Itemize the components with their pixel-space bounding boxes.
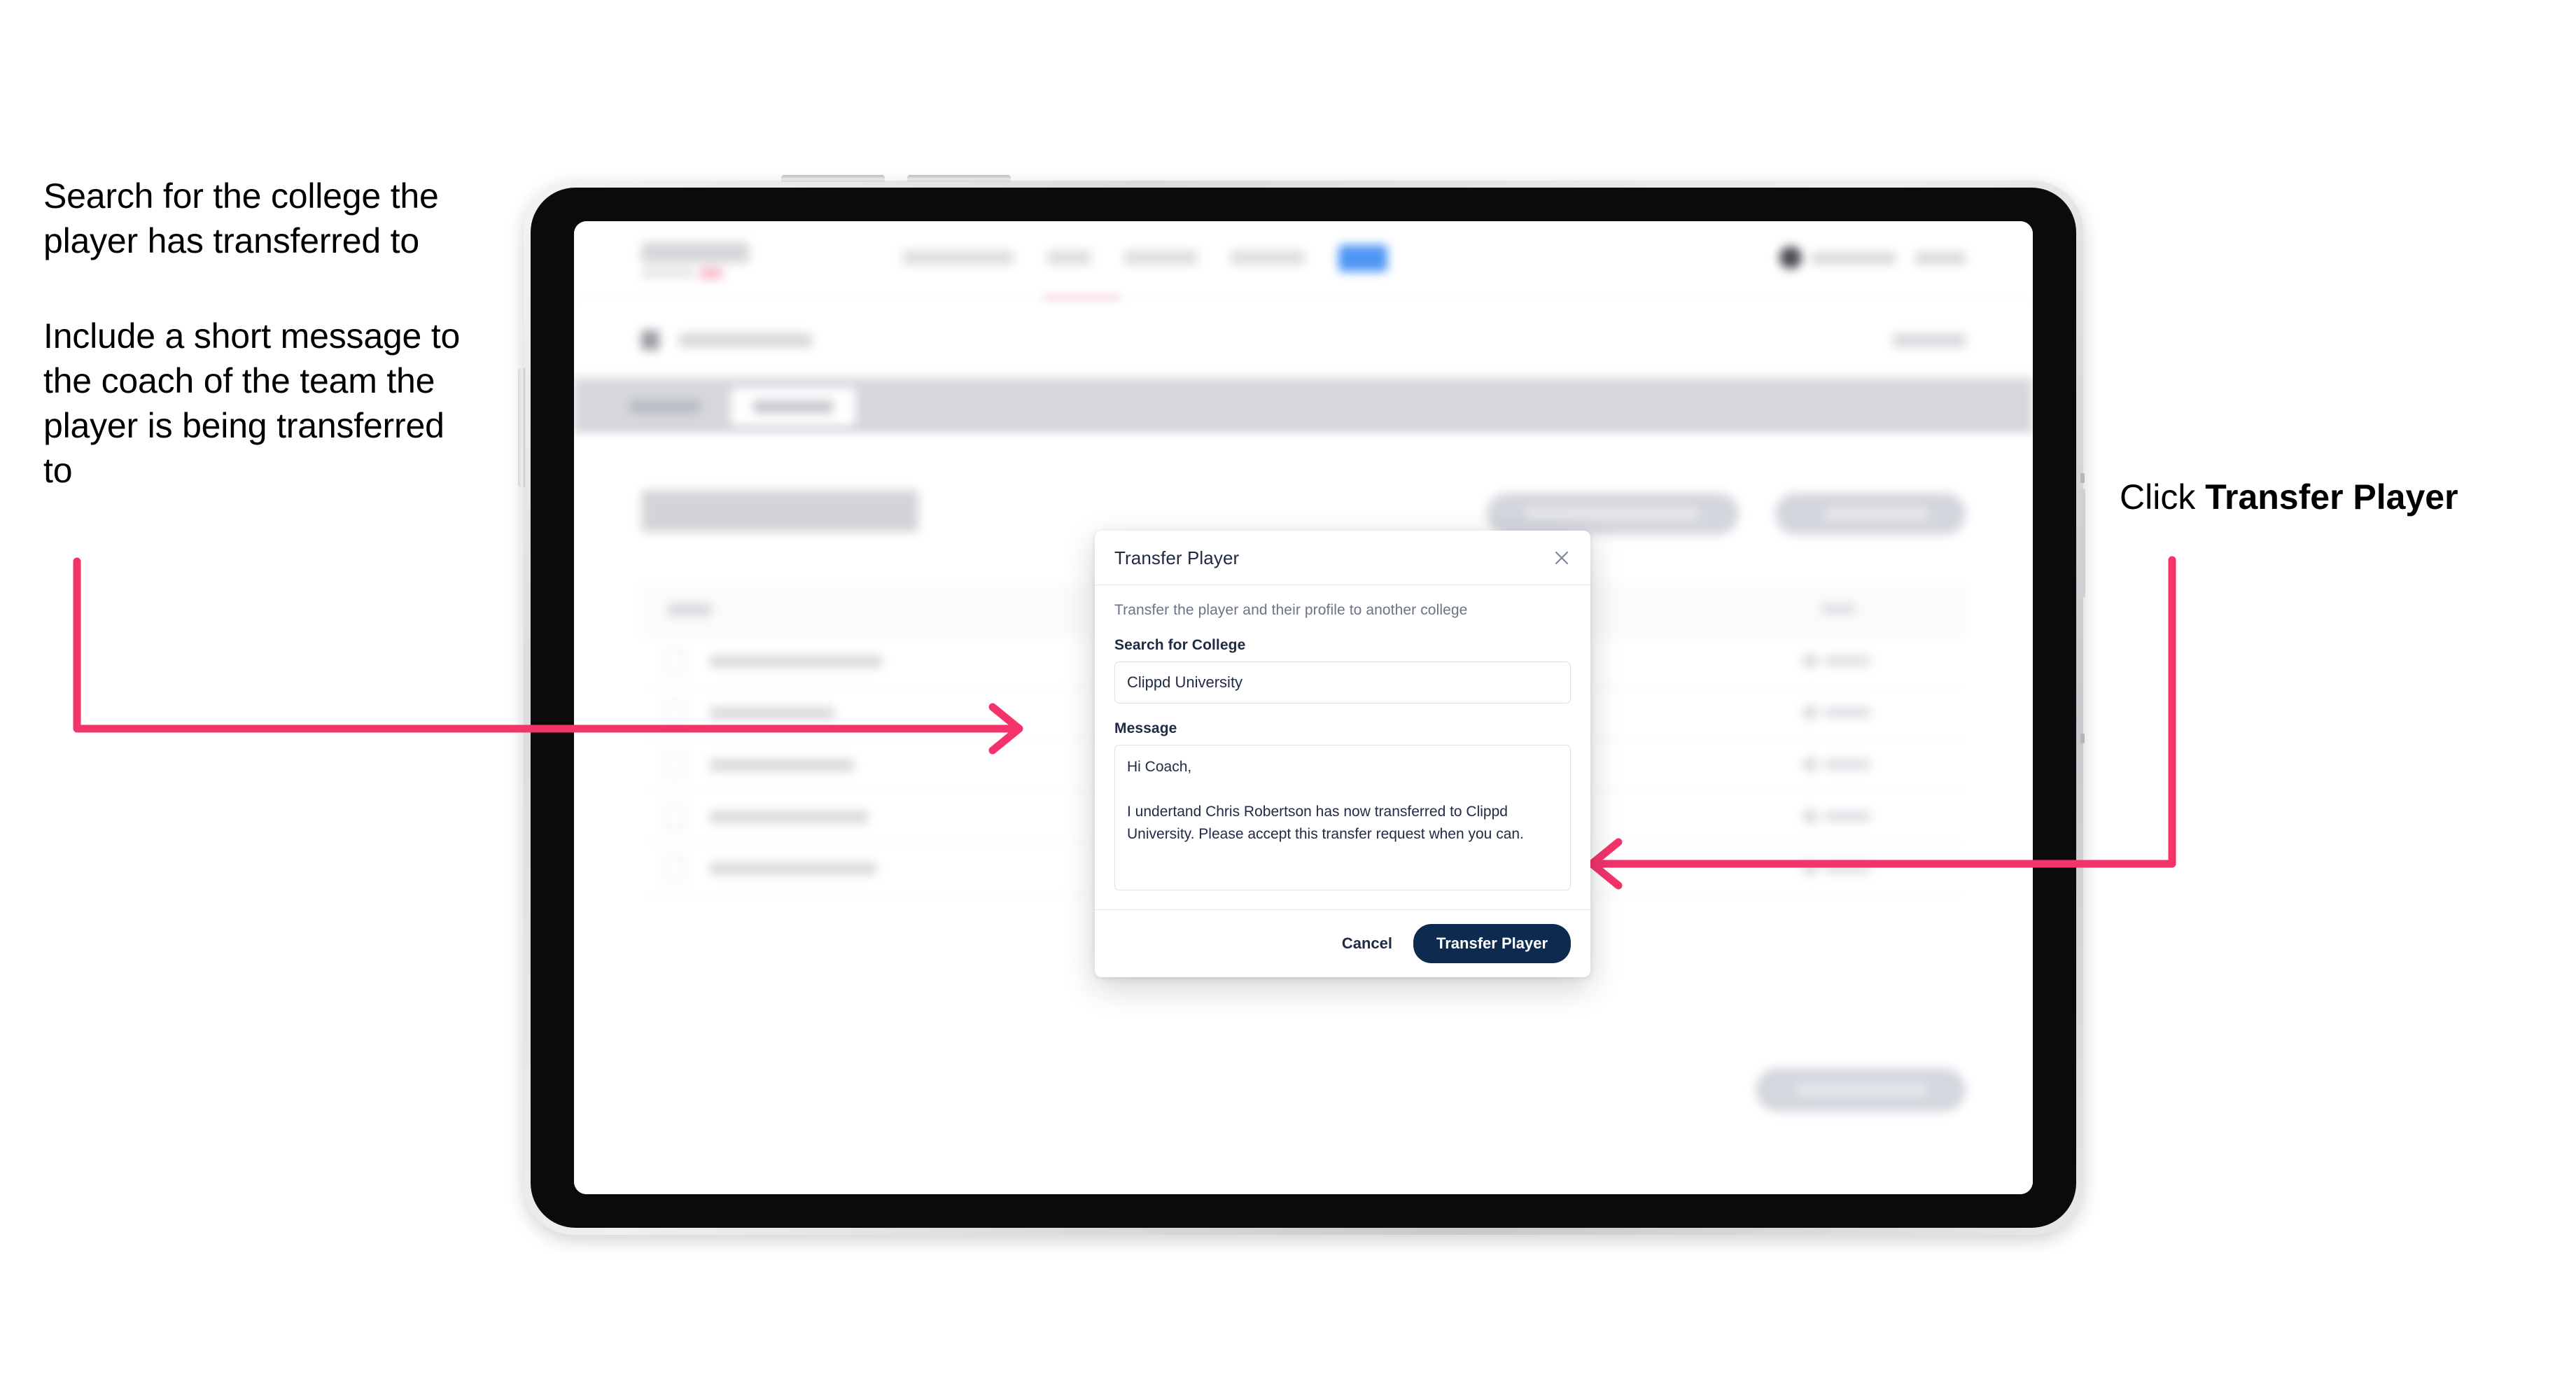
modal-body: Transfer the player and their profile to…: [1095, 585, 1590, 909]
nav-item-analytics[interactable]: [1231, 251, 1305, 265]
edit-icon[interactable]: [1800, 754, 1821, 775]
row-checkbox[interactable]: [664, 805, 686, 829]
app-tab-bar: [574, 378, 2033, 435]
nav-item-highlighted[interactable]: [1338, 245, 1387, 272]
page-title: [641, 490, 918, 532]
power-button[interactable]: [518, 368, 525, 487]
add-player-button[interactable]: [1775, 493, 1966, 535]
row-edit-link[interactable]: [1824, 655, 1870, 666]
annotation-right-bold: Transfer Player: [2205, 477, 2458, 517]
volume-down-button[interactable]: [907, 175, 1011, 182]
tablet-device-frame: Transfer Player Transfer the player and …: [518, 175, 2085, 1235]
app-top-navigation: [574, 221, 2033, 302]
brand-tagline: [641, 269, 694, 278]
edit-icon[interactable]: [1800, 806, 1821, 827]
row-checkbox[interactable]: [664, 753, 686, 777]
row-player-name: [710, 707, 834, 720]
row-edit-link[interactable]: [1824, 707, 1870, 718]
search-college-input[interactable]: [1114, 662, 1571, 704]
device-right-antenna-band: [2080, 489, 2085, 598]
app-breadcrumb-bar: [574, 302, 2033, 378]
modal-footer: Cancel Transfer Player: [1095, 909, 1590, 977]
row-edit-link[interactable]: [1824, 759, 1870, 770]
row-edit-link[interactable]: [1824, 811, 1870, 822]
cancel-button[interactable]: Cancel: [1339, 929, 1395, 958]
sign-out-button[interactable]: [1915, 252, 1966, 265]
modal-description: Transfer the player and their profile to…: [1114, 602, 1468, 618]
request-player-transfer-button[interactable]: [1487, 493, 1739, 535]
nav-item-tournaments[interactable]: [903, 251, 1014, 265]
device-right-accent-bottom: [2080, 734, 2085, 743]
nav-item-rankings[interactable]: [1124, 251, 1197, 265]
row-player-name: [710, 655, 882, 668]
edit-icon[interactable]: [1800, 858, 1821, 878]
tab-roster[interactable]: [731, 388, 855, 426]
message-field-label: Message: [1114, 720, 1177, 736]
modal-header: Transfer Player: [1095, 531, 1590, 585]
screenshot-stage: Search for the college the player has tr…: [0, 0, 2576, 1386]
college-field-label: Search for College: [1114, 637, 1246, 653]
brand-badge: [700, 268, 722, 279]
message-textarea[interactable]: [1114, 745, 1571, 890]
device-screen: Transfer Player Transfer the player and …: [574, 221, 2033, 1194]
row-checkbox[interactable]: [664, 650, 686, 673]
annotation-left-para-2: Include a short message to the coach of …: [43, 316, 461, 490]
annotation-left-para-1: Search for the college the player has tr…: [43, 176, 439, 260]
breadcrumb[interactable]: [679, 333, 812, 347]
device-right-accent-top: [2080, 473, 2085, 483]
volume-up-button[interactable]: [781, 175, 885, 182]
avatar[interactable]: [1779, 246, 1802, 269]
row-edit-link[interactable]: [1824, 862, 1870, 874]
transfer-player-submit-button[interactable]: Transfer Player: [1413, 924, 1571, 963]
annotation-right: Click Transfer Player: [2120, 475, 2458, 519]
modal-title: Transfer Player: [1114, 547, 1240, 568]
edit-icon[interactable]: [1800, 650, 1821, 671]
breadcrumb-action[interactable]: [1893, 333, 1966, 347]
row-checkbox[interactable]: [664, 857, 686, 881]
edit-icon[interactable]: [1800, 702, 1821, 723]
save-roster-button[interactable]: [1756, 1068, 1966, 1112]
close-icon[interactable]: [1550, 546, 1574, 570]
annotation-left: Search for the college the player has tr…: [43, 174, 477, 493]
row-checkbox[interactable]: [664, 701, 686, 725]
row-player-name: [710, 862, 876, 875]
user-email-label: [1812, 252, 1896, 265]
annotation-right-prefix: Click: [2120, 477, 2206, 517]
nav-active-underline: [1043, 297, 1120, 302]
row-player-name: [710, 811, 868, 823]
roster-table-header-action: [1821, 603, 1855, 615]
breadcrumb-icon: [641, 330, 659, 350]
tab-profile[interactable]: [613, 388, 718, 426]
brand-logo[interactable]: [641, 242, 749, 263]
row-player-name: [710, 759, 854, 771]
app-viewport: Transfer Player Transfer the player and …: [574, 221, 2033, 1194]
nav-item-teams[interactable]: [1047, 251, 1091, 265]
transfer-player-modal: Transfer Player Transfer the player and …: [1095, 531, 1590, 977]
